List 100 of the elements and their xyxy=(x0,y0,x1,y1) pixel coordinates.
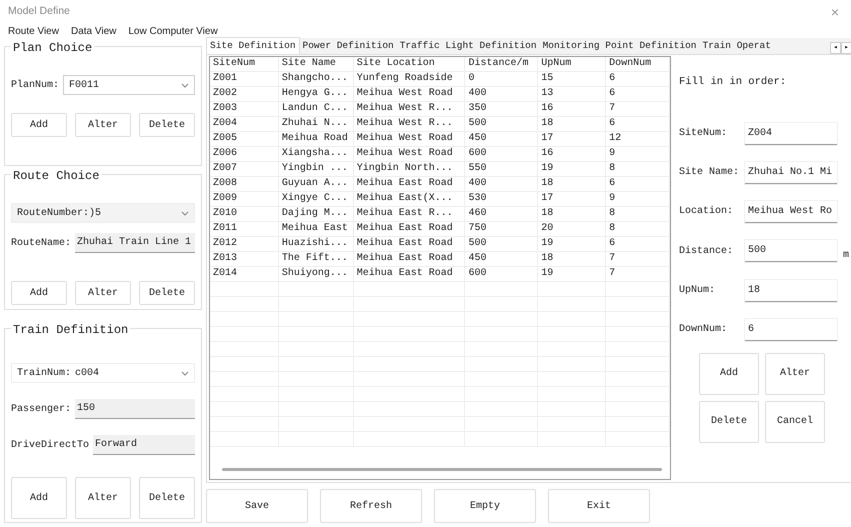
action-button[interactable]: Alter xyxy=(75,477,131,520)
action-button[interactable]: Add xyxy=(11,113,67,137)
field-label: UpNum: xyxy=(679,284,716,298)
tab[interactable]: Site Definition xyxy=(206,36,300,54)
table-cell: 8 xyxy=(606,207,670,221)
text-field[interactable]: Zhuhai Train Line 1 xyxy=(75,233,195,253)
table-cell: 450 xyxy=(465,252,538,266)
menu-item[interactable]: Route View xyxy=(2,24,65,38)
table-cell: Hengya G... xyxy=(278,87,354,101)
field-label: Location: xyxy=(679,204,734,220)
table-cell: 400 xyxy=(465,87,538,101)
action-button[interactable]: Alter xyxy=(75,281,131,305)
column-header: DownNum xyxy=(606,57,670,71)
horizontal-scrollbar[interactable] xyxy=(222,468,662,471)
table-cell: 7 xyxy=(606,102,670,116)
dropdown[interactable]: TrainNum: c004 xyxy=(11,363,195,384)
table-cell: Yingbin ... xyxy=(278,162,354,176)
table-cell: Z009 xyxy=(210,192,279,206)
table-cell: Shangcho... xyxy=(278,72,354,86)
table-cell: Meihua East(X... xyxy=(354,192,466,206)
field-label: DownNum: xyxy=(679,323,728,338)
table-cell: Shuiyong... xyxy=(278,267,354,281)
table-cell: Z005 xyxy=(210,132,279,146)
table-cell: 13 xyxy=(538,87,606,101)
field-label: Passenger: xyxy=(11,402,72,417)
table-cell: 600 xyxy=(465,147,538,161)
dropdown[interactable]: F0011 xyxy=(63,75,195,95)
action-button[interactable]: Delete xyxy=(139,281,195,305)
text-field[interactable]: Forward xyxy=(93,435,195,456)
action-button[interactable]: Cancel xyxy=(765,400,825,443)
table-cell: Meihua West Road xyxy=(354,147,466,161)
table-cell: Meihua East xyxy=(278,222,354,236)
action-button[interactable]: Alter xyxy=(75,113,131,137)
table-cell: Z011 xyxy=(210,222,279,236)
table-cell: Meihua West Road xyxy=(354,87,466,101)
action-button[interactable]: Add xyxy=(11,477,67,520)
field-label: Site Name: xyxy=(679,166,740,180)
table-cell: Meihua East Road xyxy=(354,252,466,266)
table-cell: Z006 xyxy=(210,147,279,161)
table-cell: Z008 xyxy=(210,177,279,191)
menu-item[interactable]: Low Computer View xyxy=(122,24,224,38)
action-button[interactable]: Delete xyxy=(139,113,195,137)
action-button[interactable]: Add xyxy=(11,281,67,305)
column-header: Site Name xyxy=(278,57,354,71)
table-cell: 400 xyxy=(465,177,538,191)
table-cell: 17 xyxy=(538,132,606,146)
table-cell: 16 xyxy=(538,147,606,161)
table-cell: 6 xyxy=(606,177,670,191)
table-cell: Meihua West R... xyxy=(354,102,466,116)
action-button[interactable]: Delete xyxy=(699,400,759,443)
column-header: Site Location xyxy=(354,57,466,71)
table-cell: 600 xyxy=(465,267,538,281)
table-cell: 17 xyxy=(538,192,606,206)
field-label: PlanNum: xyxy=(11,78,60,92)
text-field[interactable]: 150 xyxy=(75,399,195,420)
table-cell: Yunfeng Roadside xyxy=(354,72,466,86)
field-label: Distance: xyxy=(679,244,734,259)
table-cell: Z001 xyxy=(210,72,279,86)
table-cell: Z002 xyxy=(210,87,279,101)
form-hint: Fill in in order: xyxy=(679,75,788,90)
table-cell: 6 xyxy=(606,237,670,251)
field-label: TrainNum: xyxy=(17,366,72,381)
table-cell: Z012 xyxy=(210,237,279,251)
table-cell: 19 xyxy=(538,237,606,251)
menu-item[interactable]: Data View xyxy=(64,24,122,38)
table-cell: Yingbin North... xyxy=(354,162,466,176)
action-button[interactable]: Empty xyxy=(434,489,536,523)
table-cell: Z007 xyxy=(210,162,279,176)
table-cell: Meihua East R... xyxy=(354,207,466,221)
table-cell: 18 xyxy=(538,117,606,131)
table-cell: Z013 xyxy=(210,252,279,266)
action-button[interactable]: Save xyxy=(206,489,308,523)
table-cell: 18 xyxy=(538,252,606,266)
table-cell: 550 xyxy=(465,162,538,176)
table-cell: Meihua Road xyxy=(278,132,354,146)
table-cell: Z010 xyxy=(210,207,279,221)
action-button[interactable]: Add xyxy=(699,352,759,395)
table-cell: Dajing M... xyxy=(278,207,354,221)
action-button[interactable]: Delete xyxy=(139,477,195,520)
table-cell: Xingye C... xyxy=(278,192,354,206)
table-cell: 500 xyxy=(465,237,538,251)
table-cell: Meihua West R... xyxy=(354,117,466,131)
dropdown[interactable]: RouteNumber:)5 xyxy=(11,203,195,223)
table-cell: Meihua East Road xyxy=(354,237,466,251)
action-button[interactable]: Alter xyxy=(765,352,825,395)
table-cell: 9 xyxy=(606,147,670,161)
action-button[interactable]: Refresh xyxy=(320,489,422,523)
table-cell: Z014 xyxy=(210,267,279,281)
window-title: Model Define xyxy=(8,4,70,20)
column-header: UpNum xyxy=(538,57,606,71)
table-cell: Meihua East Road xyxy=(354,267,466,281)
table-cell: 18 xyxy=(538,177,606,191)
table-cell: 6 xyxy=(606,72,670,86)
table-cell: 18 xyxy=(538,207,606,221)
table-cell: 16 xyxy=(538,102,606,116)
table-cell: 7 xyxy=(606,252,670,266)
action-button[interactable]: Exit xyxy=(548,489,650,523)
table-cell: Meihua East Road xyxy=(354,222,466,236)
table-cell: Huazishi... xyxy=(278,237,354,251)
table-cell: Z003 xyxy=(210,102,279,116)
